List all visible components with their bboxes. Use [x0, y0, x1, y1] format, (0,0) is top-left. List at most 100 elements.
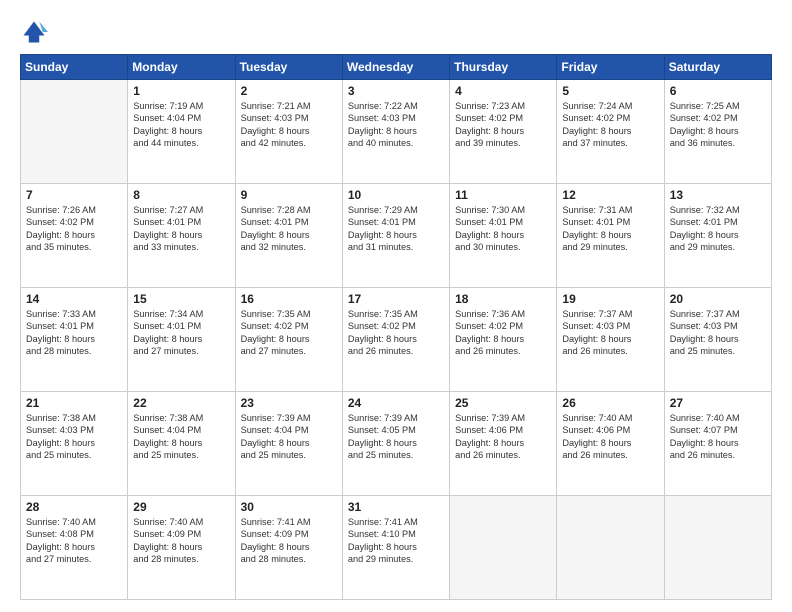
cell-info-line: Sunset: 4:01 PM	[455, 216, 551, 228]
day-header-friday: Friday	[557, 55, 664, 80]
cell-info-line: Sunset: 4:03 PM	[562, 320, 658, 332]
cell-info-line: and 25 minutes.	[26, 449, 122, 461]
cell-info-line: Sunrise: 7:35 AM	[348, 308, 444, 320]
calendar-cell: 16Sunrise: 7:35 AMSunset: 4:02 PMDayligh…	[235, 288, 342, 392]
calendar-cell: 3Sunrise: 7:22 AMSunset: 4:03 PMDaylight…	[342, 80, 449, 184]
day-number: 3	[348, 84, 444, 98]
cell-info-line: Daylight: 8 hours	[133, 437, 229, 449]
day-number: 25	[455, 396, 551, 410]
day-header-thursday: Thursday	[450, 55, 557, 80]
day-number: 21	[26, 396, 122, 410]
day-number: 19	[562, 292, 658, 306]
day-number: 4	[455, 84, 551, 98]
cell-info-line: Sunset: 4:04 PM	[133, 112, 229, 124]
day-number: 27	[670, 396, 766, 410]
calendar-cell: 29Sunrise: 7:40 AMSunset: 4:09 PMDayligh…	[128, 496, 235, 600]
cell-info-line: Sunset: 4:03 PM	[670, 320, 766, 332]
cell-info-line: Daylight: 8 hours	[133, 541, 229, 553]
cell-info-line: Daylight: 8 hours	[241, 437, 337, 449]
cell-info-line: Daylight: 8 hours	[241, 229, 337, 241]
day-number: 6	[670, 84, 766, 98]
calendar-table: SundayMondayTuesdayWednesdayThursdayFrid…	[20, 54, 772, 600]
day-number: 18	[455, 292, 551, 306]
calendar-cell: 26Sunrise: 7:40 AMSunset: 4:06 PMDayligh…	[557, 392, 664, 496]
day-header-sunday: Sunday	[21, 55, 128, 80]
day-number: 23	[241, 396, 337, 410]
cell-info-line: and 26 minutes.	[670, 449, 766, 461]
day-number: 28	[26, 500, 122, 514]
calendar-cell: 1Sunrise: 7:19 AMSunset: 4:04 PMDaylight…	[128, 80, 235, 184]
cell-info-line: Daylight: 8 hours	[348, 125, 444, 137]
cell-info-line: Sunset: 4:04 PM	[241, 424, 337, 436]
calendar-cell: 23 Sunrise: 7:39 AMSunset: 4:04 PMDayligh…	[235, 392, 342, 496]
cell-info-line: Sunrise: 7:19 AM	[133, 100, 229, 112]
day-number: 26	[562, 396, 658, 410]
cell-info-line: Sunset: 4:01 PM	[562, 216, 658, 228]
cell-info-line: Sunrise: 7:37 AM	[670, 308, 766, 320]
logo-icon	[20, 18, 48, 46]
cell-info-line: Sunset: 4:05 PM	[348, 424, 444, 436]
calendar-week-2: 7Sunrise: 7:26 AMSunset: 4:02 PMDaylight…	[21, 184, 772, 288]
cell-info-line: Sunset: 4:02 PM	[348, 320, 444, 332]
cell-info-line: Sunset: 4:02 PM	[455, 320, 551, 332]
calendar-cell: 5Sunrise: 7:24 AMSunset: 4:02 PMDaylight…	[557, 80, 664, 184]
cell-info-line: Sunrise: 7:39 AM	[348, 412, 444, 424]
day-number: 20	[670, 292, 766, 306]
cell-info-line: Daylight: 8 hours	[348, 333, 444, 345]
day-number: 8	[133, 188, 229, 202]
day-header-wednesday: Wednesday	[342, 55, 449, 80]
calendar-cell: 21Sunrise: 7:38 AMSunset: 4:03 PMDayligh…	[21, 392, 128, 496]
calendar-cell: 22Sunrise: 7:38 AMSunset: 4:04 PMDayligh…	[128, 392, 235, 496]
cell-info-line: Sunrise: 7:37 AM	[562, 308, 658, 320]
calendar-cell: 31Sunrise: 7:41 AMSunset: 4:10 PMDayligh…	[342, 496, 449, 600]
cell-info-line: Sunset: 4:01 PM	[133, 216, 229, 228]
cell-info-line: and 44 minutes.	[133, 137, 229, 149]
day-number: 30	[241, 500, 337, 514]
cell-info-line: Daylight: 8 hours	[133, 333, 229, 345]
cell-info-line: Daylight: 8 hours	[133, 125, 229, 137]
day-number: 15	[133, 292, 229, 306]
calendar-cell: 17Sunrise: 7:35 AMSunset: 4:02 PMDayligh…	[342, 288, 449, 392]
cell-info-line: Sunrise: 7:35 AM	[241, 308, 337, 320]
calendar-cell: 4Sunrise: 7:23 AMSunset: 4:02 PMDaylight…	[450, 80, 557, 184]
cell-info-line: Sunset: 4:09 PM	[241, 528, 337, 540]
cell-info-line: Sunset: 4:02 PM	[241, 320, 337, 332]
cell-info-line: and 25 minutes.	[241, 449, 337, 461]
cell-info-line: Sunrise: 7:39 AM	[241, 412, 337, 424]
cell-info-line: and 33 minutes.	[133, 241, 229, 253]
cell-info-line: Sunrise: 7:28 AM	[241, 204, 337, 216]
cell-info-line: Daylight: 8 hours	[455, 229, 551, 241]
cell-info-line: Daylight: 8 hours	[670, 333, 766, 345]
cell-info-line: Sunrise: 7:41 AM	[348, 516, 444, 528]
day-header-monday: Monday	[128, 55, 235, 80]
calendar-cell: 20 Sunrise: 7:37 AMSunset: 4:03 PMDayligh…	[664, 288, 771, 392]
header	[20, 18, 772, 46]
cell-info-line: Sunrise: 7:27 AM	[133, 204, 229, 216]
day-number: 2	[241, 84, 337, 98]
calendar-cell	[21, 80, 128, 184]
calendar-cell: 7Sunrise: 7:26 AMSunset: 4:02 PMDaylight…	[21, 184, 128, 288]
calendar-cell: 30Sunrise: 7:41 AMSunset: 4:09 PMDayligh…	[235, 496, 342, 600]
day-number: 13	[670, 188, 766, 202]
calendar-cell: 27Sunrise: 7:40 AMSunset: 4:07 PMDayligh…	[664, 392, 771, 496]
cell-info-line: and 35 minutes.	[26, 241, 122, 253]
calendar-week-5: 28Sunrise: 7:40 AMSunset: 4:08 PMDayligh…	[21, 496, 772, 600]
cell-info-line: Daylight: 8 hours	[455, 333, 551, 345]
cell-info-line: and 36 minutes.	[670, 137, 766, 149]
cell-info-line: Sunset: 4:07 PM	[670, 424, 766, 436]
cell-info-line: Sunrise: 7:33 AM	[26, 308, 122, 320]
cell-info-line: and 26 minutes.	[455, 449, 551, 461]
cell-info-line: Daylight: 8 hours	[241, 333, 337, 345]
cell-info-line: Sunrise: 7:26 AM	[26, 204, 122, 216]
cell-info-line: and 29 minutes.	[670, 241, 766, 253]
cell-info-line: Sunset: 4:02 PM	[670, 112, 766, 124]
cell-info-line: and 26 minutes.	[348, 345, 444, 357]
cell-info-line: Sunrise: 7:36 AM	[455, 308, 551, 320]
cell-info-line: Sunrise: 7:30 AM	[455, 204, 551, 216]
cell-info-line: and 28 minutes.	[241, 553, 337, 565]
cell-info-line: Sunrise: 7:21 AM	[241, 100, 337, 112]
calendar-week-1: 1Sunrise: 7:19 AMSunset: 4:04 PMDaylight…	[21, 80, 772, 184]
calendar-cell: 19Sunrise: 7:37 AMSunset: 4:03 PMDayligh…	[557, 288, 664, 392]
cell-info-line: Sunset: 4:03 PM	[241, 112, 337, 124]
day-number: 12	[562, 188, 658, 202]
